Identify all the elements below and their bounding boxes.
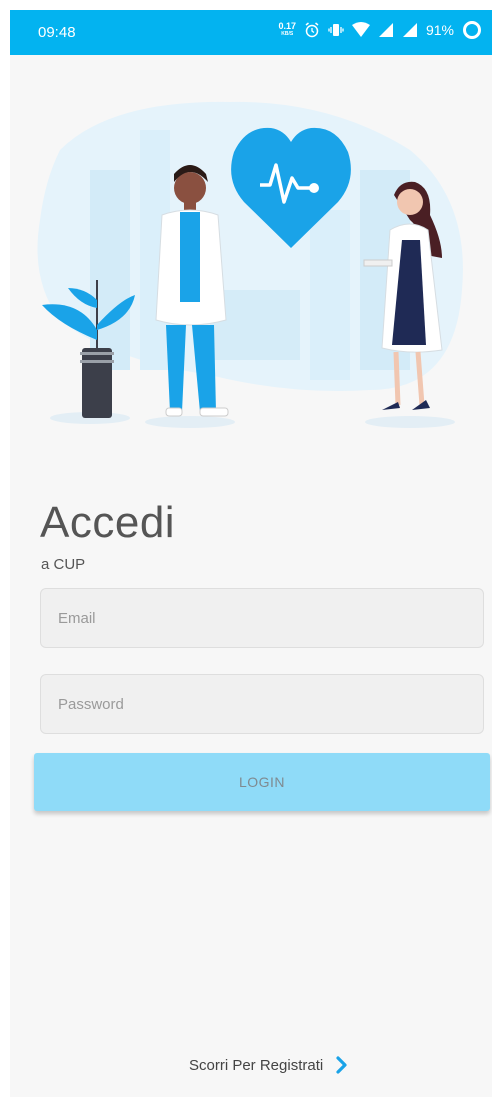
status-time: 09:48 <box>38 24 76 41</box>
battery-percent: 91% <box>425 22 454 38</box>
chevron-right-icon <box>336 1056 347 1074</box>
net-speed-unit: KB/S <box>281 31 294 37</box>
login-button[interactable]: LOGIN <box>34 753 490 811</box>
register-link[interactable]: Scorri Per Registrati <box>189 1056 351 1074</box>
status-bar: 09:48 0.17 KB/S 91% <box>10 10 492 55</box>
signal-icon <box>378 23 393 37</box>
register-link-label: Scorri Per Registrati <box>189 1056 324 1074</box>
vibrate-icon <box>328 24 344 36</box>
password-field[interactable] <box>40 674 484 734</box>
app-screen: 09:48 0.17 KB/S 91% Accedi a CUP Email L… <box>10 10 492 1097</box>
status-icons: 0.17 KB/S 91% <box>278 20 482 40</box>
wifi-icon <box>351 22 370 37</box>
page-subtitle: a CUP <box>41 556 86 573</box>
net-speed: 0.17 KB/S <box>278 22 296 38</box>
net-speed-value: 0.17 <box>278 21 296 31</box>
email-field[interactable] <box>40 588 484 648</box>
signal-icon-2 <box>402 23 417 37</box>
alarm-icon <box>305 22 319 38</box>
password-input[interactable] <box>41 675 483 733</box>
email-input[interactable] <box>41 589 483 647</box>
battery-icon <box>463 21 481 39</box>
page-title: Accedi <box>40 498 176 547</box>
doctors-illustration <box>37 101 463 428</box>
